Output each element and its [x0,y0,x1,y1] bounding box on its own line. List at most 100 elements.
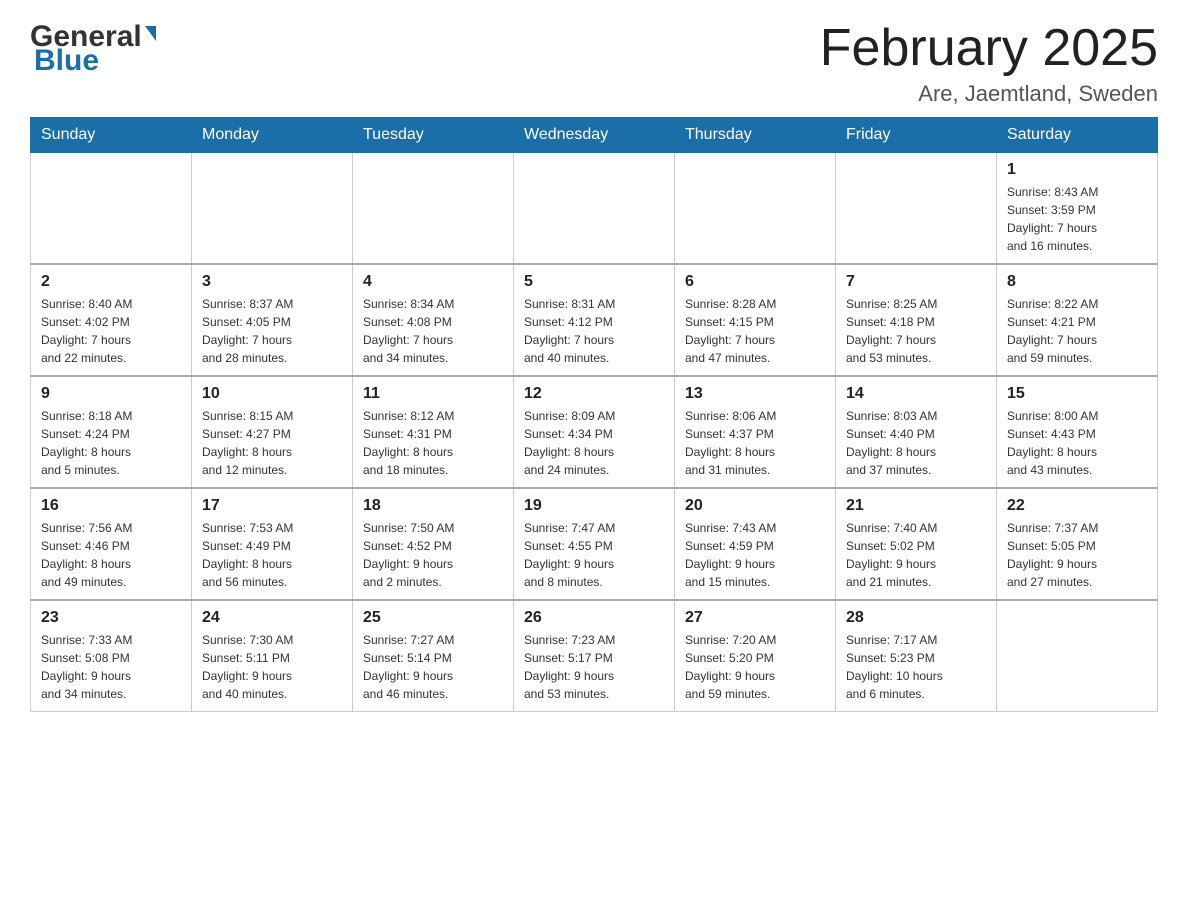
day-number: 7 [846,273,986,291]
day-number: 9 [41,385,181,403]
day-info: Sunrise: 8:28 AM Sunset: 4:15 PM Dayligh… [685,295,825,367]
day-number: 22 [1007,497,1147,515]
calendar-table: SundayMondayTuesdayWednesdayThursdayFrid… [30,117,1158,712]
calendar-cell: 4 Sunrise: 8:34 AM Sunset: 4:08 PM Daylig… [353,264,514,376]
weekday-header-friday: Friday [836,118,997,153]
calendar-cell [31,153,192,265]
day-number: 21 [846,497,986,515]
day-number: 19 [524,497,664,515]
day-number: 16 [41,497,181,515]
day-info: Sunrise: 7:43 AM Sunset: 4:59 PM Dayligh… [685,519,825,591]
month-title: February 2025 [820,20,1158,77]
day-info: Sunrise: 8:03 AM Sunset: 4:40 PM Dayligh… [846,407,986,479]
calendar-cell [514,153,675,265]
day-number: 8 [1007,273,1147,291]
calendar-cell: 11 Sunrise: 8:12 AM Sunset: 4:31 PM Dayli… [353,376,514,488]
calendar-week-row: 2 Sunrise: 8:40 AM Sunset: 4:02 PM Daylig… [31,264,1158,376]
logo: General Blue [30,20,156,78]
day-number: 26 [524,609,664,627]
calendar-week-row: 1 Sunrise: 8:43 AM Sunset: 3:59 PM Daylig… [31,153,1158,265]
calendar-cell: 1 Sunrise: 8:43 AM Sunset: 3:59 PM Daylig… [997,153,1158,265]
calendar-cell: 7 Sunrise: 8:25 AM Sunset: 4:18 PM Daylig… [836,264,997,376]
day-info: Sunrise: 8:12 AM Sunset: 4:31 PM Dayligh… [363,407,503,479]
calendar-cell: 18 Sunrise: 7:50 AM Sunset: 4:52 PM Dayli… [353,488,514,600]
day-number: 15 [1007,385,1147,403]
calendar-cell: 3 Sunrise: 8:37 AM Sunset: 4:05 PM Daylig… [192,264,353,376]
calendar-cell: 6 Sunrise: 8:28 AM Sunset: 4:15 PM Daylig… [675,264,836,376]
day-number: 3 [202,273,342,291]
calendar-cell: 19 Sunrise: 7:47 AM Sunset: 4:55 PM Dayli… [514,488,675,600]
day-number: 24 [202,609,342,627]
weekday-header-wednesday: Wednesday [514,118,675,153]
weekday-header-tuesday: Tuesday [353,118,514,153]
day-info: Sunrise: 8:40 AM Sunset: 4:02 PM Dayligh… [41,295,181,367]
day-number: 25 [363,609,503,627]
calendar-cell: 12 Sunrise: 8:09 AM Sunset: 4:34 PM Dayli… [514,376,675,488]
calendar-cell: 26 Sunrise: 7:23 AM Sunset: 5:17 PM Dayli… [514,600,675,712]
day-info: Sunrise: 8:31 AM Sunset: 4:12 PM Dayligh… [524,295,664,367]
day-info: Sunrise: 8:06 AM Sunset: 4:37 PM Dayligh… [685,407,825,479]
day-info: Sunrise: 7:50 AM Sunset: 4:52 PM Dayligh… [363,519,503,591]
day-info: Sunrise: 8:22 AM Sunset: 4:21 PM Dayligh… [1007,295,1147,367]
weekday-header-monday: Monday [192,118,353,153]
logo-triangle-icon [145,26,156,41]
calendar-cell [675,153,836,265]
day-number: 1 [1007,161,1147,179]
day-info: Sunrise: 7:20 AM Sunset: 5:20 PM Dayligh… [685,631,825,703]
calendar-cell: 10Sunrise: 8:15 AM Sunset: 4:27 PM Dayli… [192,376,353,488]
day-number: 27 [685,609,825,627]
calendar-cell: 16Sunrise: 7:56 AM Sunset: 4:46 PM Dayli… [31,488,192,600]
calendar-cell: 28 Sunrise: 7:17 AM Sunset: 5:23 PM Dayli… [836,600,997,712]
day-number: 2 [41,273,181,291]
day-info: Sunrise: 8:00 AM Sunset: 4:43 PM Dayligh… [1007,407,1147,479]
day-info: Sunrise: 7:30 AM Sunset: 5:11 PM Dayligh… [202,631,342,703]
calendar-cell [836,153,997,265]
day-number: 18 [363,497,503,515]
day-number: 11 [363,385,503,403]
day-info: Sunrise: 8:09 AM Sunset: 4:34 PM Dayligh… [524,407,664,479]
day-number: 20 [685,497,825,515]
calendar-week-row: 16Sunrise: 7:56 AM Sunset: 4:46 PM Dayli… [31,488,1158,600]
calendar-cell: 23Sunrise: 7:33 AM Sunset: 5:08 PM Dayli… [31,600,192,712]
calendar-cell: 27 Sunrise: 7:20 AM Sunset: 5:20 PM Dayli… [675,600,836,712]
day-info: Sunrise: 8:43 AM Sunset: 3:59 PM Dayligh… [1007,183,1147,255]
day-info: Sunrise: 7:23 AM Sunset: 5:17 PM Dayligh… [524,631,664,703]
page-header: General Blue February 2025 Are, Jaemtlan… [30,20,1158,107]
day-number: 12 [524,385,664,403]
day-number: 14 [846,385,986,403]
day-info: Sunrise: 8:25 AM Sunset: 4:18 PM Dayligh… [846,295,986,367]
calendar-cell: 2 Sunrise: 8:40 AM Sunset: 4:02 PM Daylig… [31,264,192,376]
day-number: 4 [363,273,503,291]
calendar-cell: 22Sunrise: 7:37 AM Sunset: 5:05 PM Dayli… [997,488,1158,600]
day-info: Sunrise: 7:40 AM Sunset: 5:02 PM Dayligh… [846,519,986,591]
calendar-cell [353,153,514,265]
day-number: 6 [685,273,825,291]
calendar-cell: 5 Sunrise: 8:31 AM Sunset: 4:12 PM Daylig… [514,264,675,376]
calendar-week-row: 9 Sunrise: 8:18 AM Sunset: 4:24 PM Daylig… [31,376,1158,488]
weekday-header-sunday: Sunday [31,118,192,153]
day-info: Sunrise: 8:15 AM Sunset: 4:27 PM Dayligh… [202,407,342,479]
day-number: 13 [685,385,825,403]
calendar-cell: 8 Sunrise: 8:22 AM Sunset: 4:21 PM Daylig… [997,264,1158,376]
location-subtitle: Are, Jaemtland, Sweden [820,81,1158,107]
day-info: Sunrise: 7:53 AM Sunset: 4:49 PM Dayligh… [202,519,342,591]
calendar-cell: 14 Sunrise: 8:03 AM Sunset: 4:40 PM Dayli… [836,376,997,488]
day-info: Sunrise: 8:37 AM Sunset: 4:05 PM Dayligh… [202,295,342,367]
calendar-cell [997,600,1158,712]
calendar-week-row: 23Sunrise: 7:33 AM Sunset: 5:08 PM Dayli… [31,600,1158,712]
weekday-header-thursday: Thursday [675,118,836,153]
day-info: Sunrise: 7:27 AM Sunset: 5:14 PM Dayligh… [363,631,503,703]
day-info: Sunrise: 7:17 AM Sunset: 5:23 PM Dayligh… [846,631,986,703]
calendar-cell: 24 Sunrise: 7:30 AM Sunset: 5:11 PM Dayli… [192,600,353,712]
day-info: Sunrise: 8:34 AM Sunset: 4:08 PM Dayligh… [363,295,503,367]
calendar-cell: 21 Sunrise: 7:40 AM Sunset: 5:02 PM Dayli… [836,488,997,600]
logo-blue: Blue [30,44,99,78]
weekday-header-saturday: Saturday [997,118,1158,153]
day-info: Sunrise: 7:47 AM Sunset: 4:55 PM Dayligh… [524,519,664,591]
day-number: 5 [524,273,664,291]
day-number: 28 [846,609,986,627]
day-info: Sunrise: 8:18 AM Sunset: 4:24 PM Dayligh… [41,407,181,479]
title-area: February 2025 Are, Jaemtland, Sweden [820,20,1158,107]
calendar-cell: 17Sunrise: 7:53 AM Sunset: 4:49 PM Dayli… [192,488,353,600]
day-info: Sunrise: 7:33 AM Sunset: 5:08 PM Dayligh… [41,631,181,703]
